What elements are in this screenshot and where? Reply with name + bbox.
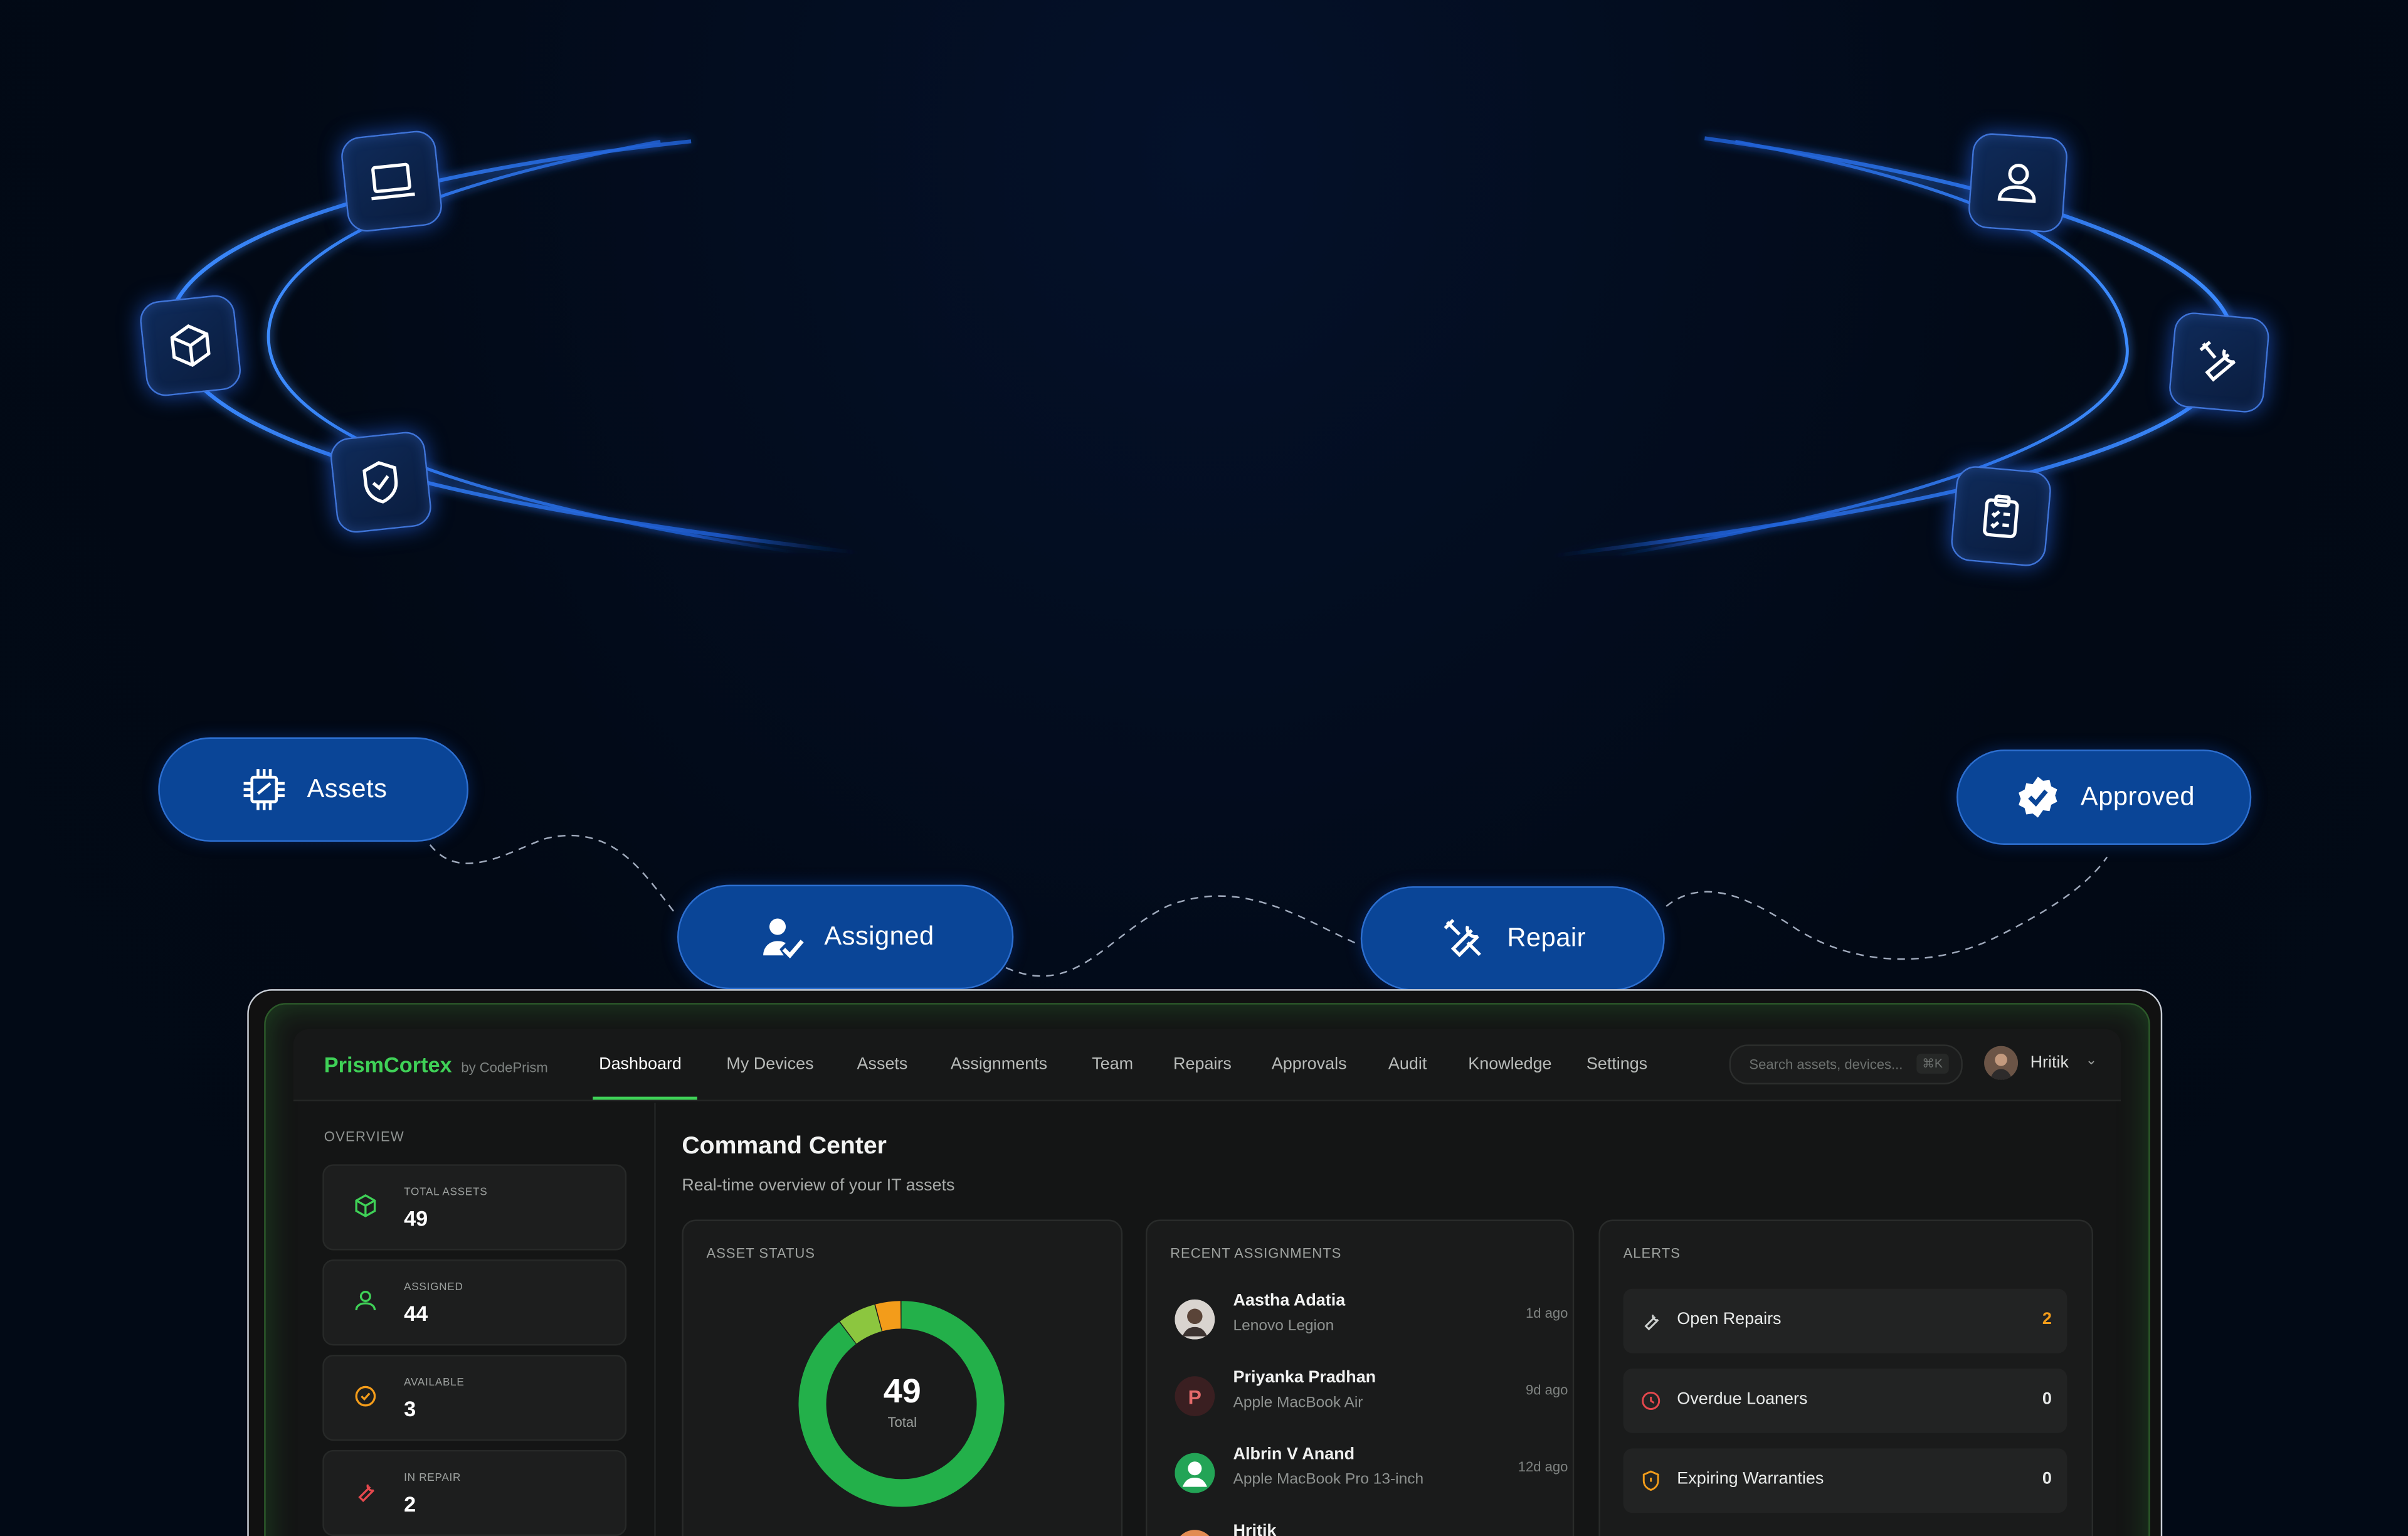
assigned-time: 12d ago: [1518, 1459, 1568, 1475]
brand-by: by CodePrism: [461, 1059, 548, 1076]
alert-overdue-loaners[interactable]: Overdue Loaners 0: [1623, 1369, 2067, 1433]
device-name: Apple MacBook Pro 13-inch: [1233, 1471, 1424, 1489]
donut-total-label: Total: [887, 1414, 917, 1431]
nav-team[interactable]: Team: [1092, 1055, 1133, 1073]
donut-total: 49: [883, 1371, 921, 1411]
nav-assets[interactable]: Assets: [857, 1055, 908, 1073]
device-name: Apple MacBook Air: [1233, 1394, 1363, 1412]
assigned-time: 1d ago: [1526, 1305, 1568, 1321]
alert-open-repairs[interactable]: Open Repairs 2: [1623, 1288, 2067, 1353]
chevron-down-icon[interactable]: ⌄: [2086, 1052, 2097, 1069]
avatar: [1175, 1453, 1215, 1493]
stat-total-assets[interactable]: TOTAL ASSETS 49: [322, 1164, 627, 1251]
top-nav: PrismCortex by CodePrism Dashboard My Dev…: [293, 1029, 2121, 1101]
assignee-name: Priyanka Pradhan: [1233, 1369, 1376, 1387]
alerts-card: ALERTS Open Repairs 2 Overdue Loaners 0 …: [1598, 1219, 2093, 1536]
alert-count: 0: [2042, 1470, 2052, 1489]
alert-count: 0: [2042, 1390, 2052, 1409]
wrench-icon: [347, 1473, 384, 1510]
alert-label: Open Repairs: [1677, 1310, 1782, 1329]
list-item[interactable]: Aastha Adatia Lenovo Legion 1d ago: [1175, 1291, 1568, 1353]
asset-status-card: ASSET STATUS 49 Total: [682, 1219, 1123, 1536]
search-placeholder: Search assets, devices...: [1749, 1056, 1903, 1073]
recent-assignments-card: RECENT ASSIGNMENTS Aastha Adatia Lenovo …: [1145, 1219, 1575, 1536]
alert-expiring-warranties[interactable]: Expiring Warranties 0: [1623, 1448, 2067, 1513]
list-item[interactable]: Albrin V Anand Apple MacBook Pro 13-inch…: [1175, 1445, 1568, 1507]
sidebar: OVERVIEW TOTAL ASSETS 49 ASSIGNED 44 AVA…: [293, 1103, 656, 1536]
nav-repairs[interactable]: Repairs: [1173, 1055, 1232, 1073]
nav-dashboard[interactable]: Dashboard: [599, 1055, 682, 1073]
alert-label: Overdue Loaners: [1677, 1390, 1808, 1409]
assignee-name: Hritik: [1233, 1522, 1277, 1536]
stat-available[interactable]: AVAILABLE 3: [322, 1355, 627, 1441]
flow-connectors: [429, 834, 2108, 977]
card-title: RECENT ASSIGNMENTS: [1170, 1246, 1342, 1261]
list-item[interactable]: P Priyanka Pradhan Apple MacBook Air 9d …: [1175, 1369, 1568, 1430]
stat-label: AVAILABLE: [404, 1377, 465, 1389]
donut-slice-in-repair[interactable]: [875, 1301, 902, 1332]
stat-in-repair[interactable]: IN REPAIR 2: [322, 1449, 627, 1536]
nav-audit[interactable]: Audit: [1388, 1055, 1427, 1073]
assets-pill[interactable]: Assets: [158, 737, 468, 842]
assigned-pill-label: Assigned: [824, 921, 934, 951]
verified-badge-icon: [2018, 776, 2057, 818]
brand-logo[interactable]: PrismCortex by CodePrism: [324, 1052, 548, 1077]
search-input[interactable]: Search assets, devices... ⌘K: [1729, 1044, 1963, 1084]
nav-assignments[interactable]: Assignments: [951, 1055, 1047, 1073]
tools-icon: [1444, 919, 1482, 958]
check-circle-icon: [347, 1378, 384, 1415]
nav-my-devices[interactable]: My Devices: [726, 1055, 813, 1073]
shield-icon: [1642, 1470, 1659, 1491]
user-name[interactable]: Hritik: [2030, 1054, 2069, 1072]
repair-pill[interactable]: Repair: [1360, 886, 1665, 991]
donut-slice-available[interactable]: [840, 1305, 882, 1344]
active-tab-indicator: [593, 1096, 697, 1100]
assignee-name: Albrin V Anand: [1233, 1445, 1355, 1464]
page-subtitle: Real-time overview of your IT assets: [682, 1176, 955, 1195]
stat-assigned[interactable]: ASSIGNED 44: [322, 1259, 627, 1346]
assigned-pill[interactable]: Assigned: [677, 884, 1014, 990]
assignee-name: Aastha Adatia: [1233, 1291, 1346, 1310]
user-icon: [347, 1283, 384, 1320]
chip-icon: [243, 769, 285, 810]
card-title: ALERTS: [1623, 1246, 1681, 1261]
assets-pill-label: Assets: [307, 774, 388, 803]
stat-value: 44: [404, 1301, 428, 1326]
avatar: [1175, 1299, 1215, 1340]
user-check-icon: [763, 918, 803, 959]
stat-value: 49: [404, 1205, 428, 1231]
stat-label: IN REPAIR: [404, 1473, 462, 1484]
stat-value: 2: [404, 1491, 416, 1517]
stat-label: ASSIGNED: [404, 1282, 463, 1294]
box-icon: [347, 1187, 384, 1224]
wrench-icon: [1644, 1314, 1659, 1331]
repair-pill-label: Repair: [1507, 923, 1586, 953]
page-title: Command Center: [682, 1133, 887, 1160]
alert-label: Expiring Warranties: [1677, 1470, 1824, 1489]
stat-label: TOTAL ASSETS: [404, 1187, 488, 1199]
nav-settings[interactable]: Settings: [1587, 1055, 1647, 1073]
sidebar-title: OVERVIEW: [324, 1129, 404, 1145]
list-item[interactable]: Hritik: [1175, 1522, 1543, 1536]
stat-value: 3: [404, 1396, 416, 1421]
search-shortcut: ⌘K: [1916, 1054, 1949, 1074]
user-avatar[interactable]: [1984, 1046, 2018, 1080]
hero-canvas: Assets Assigned Repair Approved PrismCor…: [0, 0, 2408, 1536]
dashboard-window: PrismCortex by CodePrism Dashboard My Dev…: [264, 1003, 2150, 1536]
nav-knowledge[interactable]: Knowledge: [1468, 1055, 1551, 1073]
clock-icon: [1642, 1391, 1661, 1411]
avatar: P: [1175, 1376, 1215, 1416]
nav-approvals[interactable]: Approvals: [1272, 1055, 1347, 1073]
approved-pill[interactable]: Approved: [1956, 749, 2252, 845]
approved-pill-label: Approved: [2080, 781, 2195, 812]
device-name: Lenovo Legion: [1233, 1318, 1334, 1335]
alert-count: 2: [2042, 1310, 2052, 1329]
assigned-time: 9d ago: [1526, 1382, 1568, 1398]
